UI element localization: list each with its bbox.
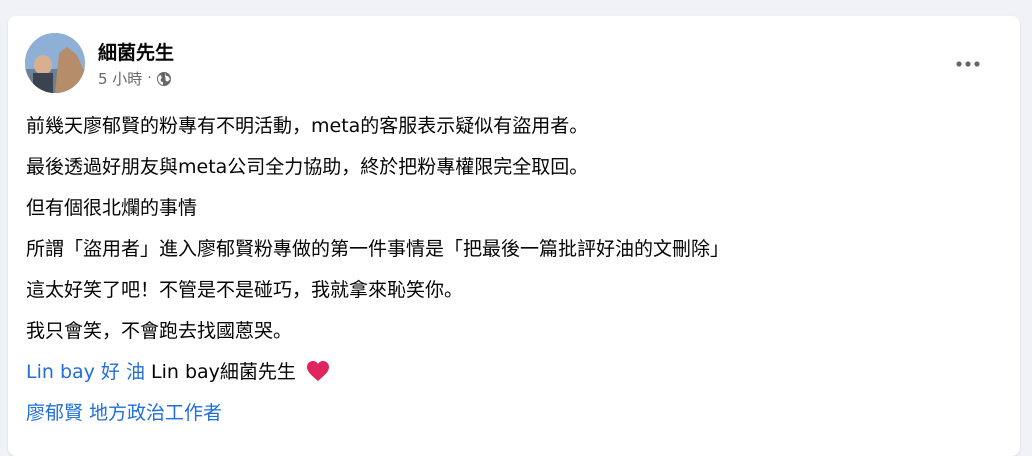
post-text-line: 但有個很北爛的事情 xyxy=(26,197,198,219)
post-text-line: 這太好笑了吧！不管是不是碰巧，我就拿來恥笑你。 xyxy=(26,279,464,301)
author-name[interactable]: 細菌先生 xyxy=(98,38,174,65)
post-text-line: 最後透過好朋友與meta公司全力協助，終於把粉專權限完全取回。 xyxy=(26,156,589,178)
mentioned-page-link[interactable]: 廖郁賢 地方政治工作者 xyxy=(26,402,222,424)
author-avatar[interactable] xyxy=(25,33,85,93)
globe-icon[interactable] xyxy=(156,71,172,87)
meta-separator: · xyxy=(147,71,152,86)
post-text-line: 所謂「盜用者」進入廖郁賢粉專做的第一件事情是「把最後一篇批評好油的文刪除」 xyxy=(26,238,730,260)
more-options-button[interactable] xyxy=(950,46,986,82)
post-card: 細菌先生 5 小時 · 前幾天廖郁賢的粉專有不明活動，meta的客服表示疑似有盜… xyxy=(8,16,1020,456)
avatar-photo xyxy=(25,33,85,93)
tagged-page-link[interactable]: Lin bay 好 油 xyxy=(26,361,145,383)
tag-line: Lin bay 好 油 Lin bay細菌先生 xyxy=(26,359,1006,400)
tag-text: Lin bay細菌先生 xyxy=(144,361,302,383)
post-text-line: 我只會笑，不會跑去找國蒽哭。 xyxy=(26,320,293,342)
post-timestamp[interactable]: 5 小時 xyxy=(98,68,142,89)
more-options-icon xyxy=(956,61,980,67)
mention-line: 廖郁賢 地方政治工作者 xyxy=(26,400,1006,441)
post-meta: 5 小時 · xyxy=(98,68,172,89)
post-body: 前幾天廖郁賢的粉專有不明活動，meta的客服表示疑似有盜用者。 最後透過好朋友與… xyxy=(26,113,1006,441)
post-text-line: 前幾天廖郁賢的粉專有不明活動，meta的客服表示疑似有盜用者。 xyxy=(26,115,589,137)
red-heart-icon xyxy=(306,360,330,382)
